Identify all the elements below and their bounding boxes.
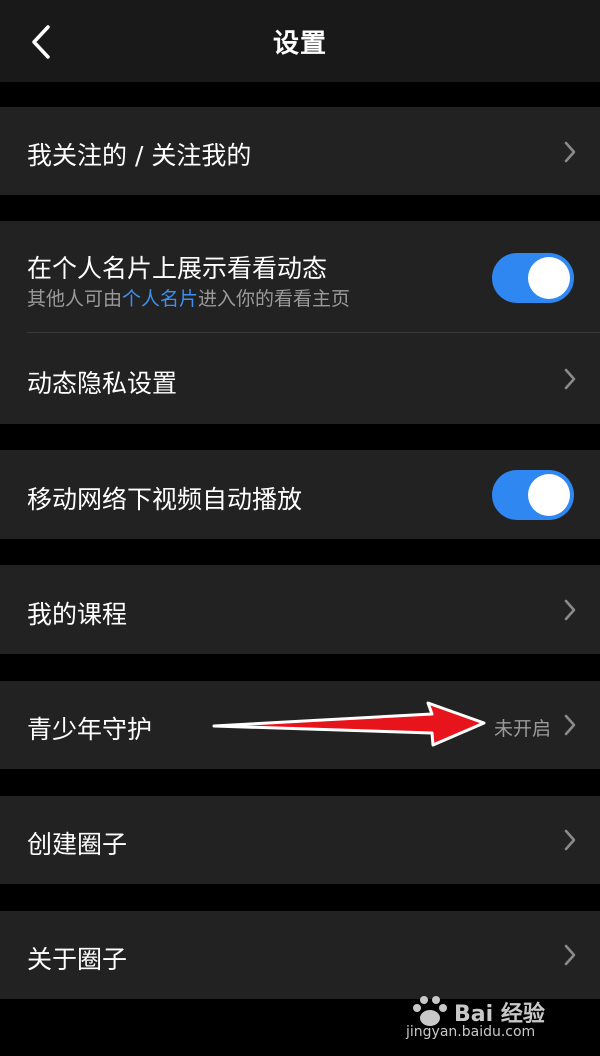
row-create-circle-label: 创建圈子 xyxy=(27,830,128,859)
row-youth-protection[interactable]: 青少年守护 未开启 xyxy=(0,681,600,769)
chevron-left-icon xyxy=(32,25,50,59)
row-show-moments: 在个人名片上展示看看动态 其他人可由个人名片进入你的看看主页 xyxy=(0,221,600,332)
row-about-circle[interactable]: 关于圈子 xyxy=(0,911,600,999)
business-card-link[interactable]: 个人名片 xyxy=(122,288,198,310)
row-follow-label: 我关注的 / 关注我的 xyxy=(27,141,252,170)
watermark-url: jingyan.baidu.com xyxy=(406,1024,536,1040)
paw-logo-icon xyxy=(413,996,447,1026)
chevron-right-icon xyxy=(564,599,576,621)
toggle-knob xyxy=(528,474,570,516)
watermark: Bai 经验 jingyan.baidu.com xyxy=(406,994,566,1044)
row-create-circle[interactable]: 创建圈子 xyxy=(0,796,600,884)
row-show-moments-subtitle: 其他人可由个人名片进入你的看看主页 xyxy=(27,284,350,311)
row-autoplay: 移动网络下视频自动播放 xyxy=(0,450,600,539)
subtitle-prefix: 其他人可由 xyxy=(27,288,123,310)
chevron-right-icon xyxy=(564,829,576,851)
chevron-right-icon xyxy=(564,944,576,966)
subtitle-suffix: 进入你的看看主页 xyxy=(198,288,351,310)
back-button[interactable] xyxy=(18,14,64,70)
settings-group-moments: 在个人名片上展示看看动态 其他人可由个人名片进入你的看看主页 动态隐私设置 xyxy=(0,221,600,424)
row-courses[interactable]: 我的课程 xyxy=(0,565,600,654)
show-moments-toggle[interactable] xyxy=(492,253,574,303)
toggle-knob xyxy=(528,257,570,299)
row-privacy[interactable]: 动态隐私设置 xyxy=(0,333,600,424)
row-follow[interactable]: 我关注的 / 关注我的 xyxy=(0,107,600,195)
chevron-right-icon xyxy=(564,368,576,390)
settings-group-courses: 我的课程 xyxy=(0,565,600,654)
row-privacy-label: 动态隐私设置 xyxy=(27,369,178,398)
settings-group-follow: 我关注的 / 关注我的 xyxy=(0,107,600,195)
row-about-circle-label: 关于圈子 xyxy=(27,945,128,974)
row-show-moments-label: 在个人名片上展示看看动态 xyxy=(27,254,328,283)
chevron-right-icon xyxy=(564,141,576,163)
chevron-right-icon xyxy=(564,714,576,736)
settings-group-about-circle: 关于圈子 xyxy=(0,911,600,999)
youth-status-value: 未开启 xyxy=(493,718,551,740)
settings-group-youth: 青少年守护 未开启 xyxy=(0,681,600,769)
autoplay-toggle[interactable] xyxy=(492,470,574,520)
settings-group-autoplay: 移动网络下视频自动播放 xyxy=(0,450,600,539)
row-autoplay-label: 移动网络下视频自动播放 xyxy=(27,485,303,514)
page-title: 设置 xyxy=(272,28,327,59)
nav-bar: 设置 xyxy=(0,0,600,82)
row-youth-label: 青少年守护 xyxy=(27,715,153,744)
settings-group-create-circle: 创建圈子 xyxy=(0,796,600,884)
row-courses-label: 我的课程 xyxy=(27,600,128,629)
